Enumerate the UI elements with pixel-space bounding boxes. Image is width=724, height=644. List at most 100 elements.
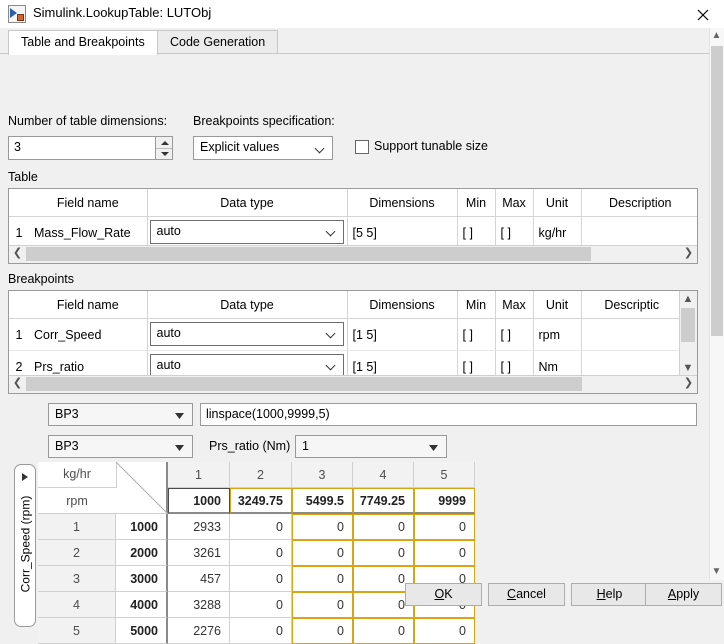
cancel-button[interactable]: Cancel	[488, 583, 565, 606]
scroll-right-icon[interactable]: ❯	[680, 246, 697, 262]
scroll-right-icon[interactable]: ❯	[680, 376, 697, 392]
cancel-button-label: ancel	[516, 587, 546, 601]
cell-max[interactable]: [ ]	[495, 216, 534, 249]
grid-col-index: 4	[353, 462, 414, 488]
row-dimension-tab[interactable]: Corr_Speed (rpm)	[14, 464, 36, 627]
grid-row-breakpoint[interactable]: 2000	[116, 540, 168, 566]
grid-col-breakpoint[interactable]: 1000	[168, 488, 230, 514]
cell-unit[interactable]: kg/hr	[533, 216, 582, 249]
breakpoints-hscrollbar[interactable]: ❮ ❯	[9, 375, 697, 393]
grid-cell[interactable]: 0	[414, 514, 475, 540]
col-max: Max	[495, 189, 534, 217]
table-row: 1 Mass_Flow_Rate auto [5 5] [ ] [ ] kg/h…	[9, 216, 697, 249]
data-type-value: auto	[156, 224, 181, 238]
cell-unit[interactable]: rpm	[533, 318, 582, 351]
grid-cell[interactable]: 0	[292, 540, 353, 566]
cell-data-type[interactable]: auto	[147, 216, 348, 249]
apply-button[interactable]: Apply	[645, 583, 722, 606]
scroll-down-icon[interactable]: ▼	[710, 564, 723, 580]
apply-button-mnemonic: A	[667, 587, 677, 601]
data-type-select[interactable]: auto	[149, 220, 344, 244]
grid-cell[interactable]: 0	[230, 566, 292, 592]
grid-cell[interactable]: 0	[414, 618, 475, 644]
vscroll-thumb[interactable]	[681, 308, 695, 342]
grid-cell[interactable]: 0	[292, 514, 353, 540]
grid-cell[interactable]: 0	[414, 540, 475, 566]
table-grid-table: Field name Data type Dimensions Min Max …	[9, 189, 697, 249]
dialog-vscroll-thumb[interactable]	[711, 46, 723, 336]
grid-col-index: 2	[230, 462, 292, 488]
support-tunable-size-checkbox[interactable]	[355, 140, 369, 154]
grid-col-breakpoint[interactable]: 5499.5	[292, 488, 353, 514]
data-type-value: auto	[156, 358, 181, 372]
grid-col-breakpoint[interactable]: 7749.25	[353, 488, 414, 514]
scroll-left-icon[interactable]: ❮	[9, 246, 26, 262]
grid-row-breakpoint[interactable]: 3000	[116, 566, 168, 592]
grid-row-breakpoint[interactable]: 1000	[116, 514, 168, 540]
scroll-up-icon[interactable]: ▲	[680, 291, 696, 308]
grid-cell[interactable]: 0	[292, 566, 353, 592]
breakpoint-select-2[interactable]: BP3	[48, 435, 193, 458]
grid-cell[interactable]: 2276	[168, 618, 230, 644]
grid-data-row: 1 1000 2933 0 0 0 0	[38, 514, 475, 540]
grid-cell[interactable]: 0	[353, 514, 414, 540]
bp-spec-label: Breakpoints specification:	[193, 114, 335, 128]
cell-field-name[interactable]: Mass_Flow_Rate	[29, 216, 148, 249]
hscroll-thumb[interactable]	[26, 247, 591, 261]
cell-max[interactable]: [ ]	[495, 318, 534, 351]
cell-description[interactable]	[581, 216, 697, 249]
grid-cell[interactable]: 0	[230, 618, 292, 644]
cell-description[interactable]	[581, 318, 682, 351]
stepper-buttons[interactable]	[155, 137, 172, 159]
cell-min[interactable]: [ ]	[457, 216, 496, 249]
expression-input[interactable]: linspace(1000,9999,5)	[200, 403, 697, 426]
grid-cell[interactable]: 457	[168, 566, 230, 592]
col-max: Max	[495, 291, 534, 319]
dimensions-stepper[interactable]: 3	[8, 136, 173, 160]
tab-table-and-breakpoints[interactable]: Table and Breakpoints	[8, 30, 158, 55]
help-button-label: elp	[605, 587, 623, 601]
stepper-down-icon[interactable]	[156, 148, 172, 159]
scroll-left-icon[interactable]: ❮	[9, 376, 26, 392]
ok-button-mnemonic: O	[434, 587, 445, 601]
breakpoints-vscrollbar[interactable]: ▲ ▼	[679, 291, 697, 377]
grid-cell[interactable]: 0	[230, 540, 292, 566]
help-button-mnemonic: H	[596, 587, 606, 601]
ok-button[interactable]: OK	[405, 583, 482, 606]
bp-spec-value: Explicit values	[200, 140, 280, 154]
hscroll-thumb[interactable]	[26, 377, 582, 391]
grid-cell[interactable]: 0	[353, 540, 414, 566]
grid-cell[interactable]: 0	[292, 618, 353, 644]
table-header-row: Field name Data type Dimensions Min Max …	[9, 189, 697, 217]
row-dimension-label: Corr_Speed (rpm)	[18, 495, 33, 593]
breakpoint-select-2-value: BP3	[55, 439, 79, 453]
chevron-down-icon	[327, 362, 336, 371]
slice-select[interactable]: 1	[295, 435, 447, 458]
grid-row-breakpoint[interactable]: 5000	[116, 618, 168, 644]
grid-cell[interactable]: 2933	[168, 514, 230, 540]
grid-cell[interactable]: 0	[230, 514, 292, 540]
close-button[interactable]	[682, 0, 724, 28]
scroll-up-icon[interactable]: ▲	[710, 28, 723, 44]
table-hscrollbar[interactable]: ❮ ❯	[9, 245, 697, 263]
grid-col-breakpoint[interactable]: 3249.75	[230, 488, 292, 514]
grid-cell[interactable]: 3261	[168, 540, 230, 566]
tab-code-generation[interactable]: Code Generation	[157, 30, 279, 54]
corner-cell	[9, 291, 29, 319]
help-button[interactable]: Help	[571, 583, 648, 606]
col-description: Description	[581, 189, 697, 217]
cell-dimensions[interactable]: [1 5]	[347, 318, 458, 351]
cell-dimensions[interactable]: [5 5]	[347, 216, 458, 249]
cell-min[interactable]: [ ]	[457, 318, 496, 351]
cell-field-name[interactable]: Corr_Speed	[29, 318, 148, 351]
support-tunable-size-label: Support tunable size	[374, 139, 488, 153]
cell-data-type[interactable]: auto	[147, 318, 348, 351]
dialog-vscrollbar[interactable]: ▲ ▼	[709, 28, 724, 580]
breakpoint-select-1[interactable]: BP3	[48, 403, 193, 426]
grid-cell[interactable]: 0	[353, 618, 414, 644]
grid-col-breakpoint[interactable]: 9999	[414, 488, 475, 514]
col-data-type: Data type	[147, 291, 348, 319]
data-type-select[interactable]: auto	[149, 322, 344, 346]
chevron-down-icon	[429, 445, 438, 451]
bp-spec-select[interactable]: Explicit values	[193, 136, 333, 160]
